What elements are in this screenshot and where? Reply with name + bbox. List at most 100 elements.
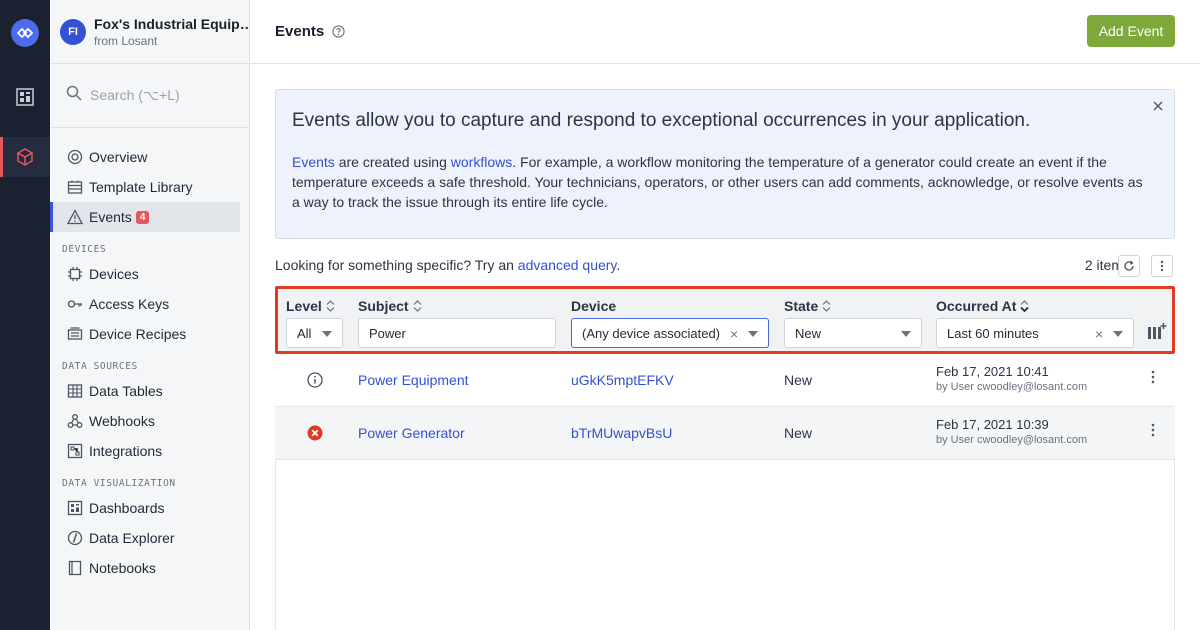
- column-label: Occurred At: [936, 298, 1017, 314]
- nav-section-title: DEVICES: [62, 244, 107, 255]
- occurred-at-column-header[interactable]: Occurred At: [936, 298, 1030, 314]
- webhook-icon: [66, 412, 84, 430]
- column-settings-icon[interactable]: [1147, 322, 1167, 345]
- sidebar-item-device-recipes[interactable]: Device Recipes: [50, 319, 249, 349]
- clear-icon[interactable]: ×: [730, 326, 738, 342]
- sort-icon: [326, 300, 335, 312]
- more-options-icon[interactable]: [1151, 255, 1173, 277]
- sidebar-item-webhooks[interactable]: Webhooks: [50, 406, 249, 436]
- subject-column-header[interactable]: Subject: [358, 298, 422, 314]
- nav-section-title: DATA SOURCES: [62, 361, 138, 372]
- info-body: Events are created using workflows. For …: [292, 152, 1152, 212]
- sidebar-item-label: Notebooks: [89, 560, 156, 576]
- warning-icon: [66, 208, 84, 226]
- template-library-icon: [66, 178, 84, 196]
- device-select[interactable]: (Any device associated) ×: [571, 318, 769, 348]
- row-menu-icon[interactable]: [1151, 423, 1155, 442]
- chevron-down-icon: [1113, 331, 1123, 337]
- sidebar-item-template-library[interactable]: Template Library: [50, 172, 249, 202]
- query-prefix: Looking for something specific? Try an: [275, 257, 518, 273]
- dashboard-icon: [66, 499, 84, 517]
- app-avatar: FI: [60, 18, 86, 45]
- sort-icon: [822, 300, 831, 312]
- info-heading: Events allow you to capture and respond …: [292, 110, 1031, 131]
- close-icon[interactable]: [1150, 98, 1166, 114]
- level-select[interactable]: All: [286, 318, 343, 348]
- events-link[interactable]: Events: [292, 154, 335, 170]
- losant-logo-icon[interactable]: [11, 19, 39, 47]
- sidebar-item-label: Device Recipes: [89, 326, 187, 342]
- level-value: All: [297, 325, 312, 341]
- sidebar-item-access-keys[interactable]: Access Keys: [50, 289, 249, 319]
- clear-icon[interactable]: ×: [1095, 326, 1103, 342]
- device-column-header: Device: [571, 298, 616, 314]
- page-header: Events Add Event: [250, 0, 1200, 64]
- event-time: Feb 17, 2021 10:39: [936, 417, 1049, 432]
- sidebar-item-integrations[interactable]: Integrations: [50, 436, 249, 466]
- search-icon: [66, 85, 82, 106]
- critical-level-icon: [307, 425, 323, 446]
- device-chip-icon: [66, 265, 84, 283]
- refresh-icon[interactable]: [1118, 255, 1140, 277]
- main-content: Events Add Event Events allow you to cap…: [250, 0, 1200, 630]
- key-icon: [66, 295, 84, 313]
- state-column-header[interactable]: State: [784, 298, 831, 314]
- app-org: from Losant: [94, 33, 158, 48]
- application-switcher[interactable]: FI Fox's Industrial Equipm... from Losan…: [50, 0, 249, 64]
- sidebar: FI Fox's Industrial Equipm... from Losan…: [50, 0, 250, 630]
- sidebar-item-dashboards[interactable]: Dashboards: [50, 493, 249, 523]
- row-menu-icon[interactable]: [1151, 370, 1155, 389]
- help-icon[interactable]: [332, 25, 345, 38]
- chevron-down-icon: [901, 331, 911, 337]
- event-state: New: [784, 425, 813, 441]
- page-title: Events: [275, 23, 325, 40]
- sidebar-item-label: Webhooks: [89, 413, 155, 429]
- advanced-query-link[interactable]: advanced query: [518, 257, 617, 273]
- rail-dashboards-icon[interactable]: [0, 77, 50, 117]
- sidebar-item-devices[interactable]: Devices: [50, 259, 249, 289]
- workflows-link[interactable]: workflows: [451, 154, 512, 170]
- subject-filter-input[interactable]: Power: [358, 318, 556, 348]
- column-label: State: [784, 298, 819, 314]
- sidebar-item-overview[interactable]: Overview: [50, 142, 249, 172]
- sidebar-item-data-tables[interactable]: Data Tables: [50, 376, 249, 406]
- event-device-link[interactable]: uGkK5mptEFKV: [571, 372, 674, 388]
- query-suffix: .: [616, 257, 621, 273]
- search-input[interactable]: Search (⌥+L): [50, 64, 249, 128]
- info-text: are created using: [334, 154, 451, 170]
- event-device-link[interactable]: bTrMUwapvBsU: [571, 425, 672, 441]
- table-row[interactable]: Power Equipment uGkK5mptEFKV New Feb 17,…: [275, 354, 1175, 407]
- sidebar-item-label: Devices: [89, 266, 139, 282]
- event-creator: by User cwoodley@losant.com: [936, 381, 1088, 393]
- search-placeholder: Search (⌥+L): [90, 87, 180, 103]
- device-value: (Any device associated): [582, 325, 721, 341]
- recipe-icon: [66, 325, 84, 343]
- sidebar-item-label: Dashboards: [89, 500, 165, 516]
- table-icon: [66, 382, 84, 400]
- app-rail: [0, 0, 50, 630]
- event-time: Feb 17, 2021 10:41: [936, 364, 1049, 379]
- sidebar-item-label: Integrations: [89, 443, 163, 459]
- sidebar-item-label: Data Explorer: [89, 530, 175, 546]
- app-name: Fox's Industrial Equipm...: [94, 15, 249, 32]
- state-select[interactable]: New: [784, 318, 922, 348]
- add-event-button[interactable]: Add Event: [1087, 15, 1175, 47]
- sidebar-item-label: Events: [89, 209, 132, 225]
- sort-desc-icon: [1020, 300, 1030, 312]
- sidebar-item-events[interactable]: Events 4: [50, 202, 240, 232]
- level-column-header[interactable]: Level: [286, 298, 335, 314]
- sidebar-item-notebooks[interactable]: Notebooks: [50, 553, 249, 583]
- event-subject-link[interactable]: Power Equipment: [358, 372, 469, 388]
- sort-icon: [413, 300, 422, 312]
- event-state: New: [784, 372, 813, 388]
- event-subject-link[interactable]: Power Generator: [358, 425, 465, 441]
- table-row[interactable]: Power Generator bTrMUwapvBsU New Feb 17,…: [275, 407, 1175, 460]
- sidebar-item-data-explorer[interactable]: Data Explorer: [50, 523, 249, 553]
- occurred-at-select[interactable]: Last 60 minutes ×: [936, 318, 1134, 348]
- rail-applications-icon[interactable]: [0, 137, 50, 177]
- sidebar-nav: Overview Template Library Events 4 DEVIC…: [50, 128, 249, 583]
- integration-icon: [66, 442, 84, 460]
- sidebar-item-label: Access Keys: [89, 296, 170, 312]
- column-label: Subject: [358, 298, 409, 314]
- events-count-badge: 4: [135, 210, 150, 224]
